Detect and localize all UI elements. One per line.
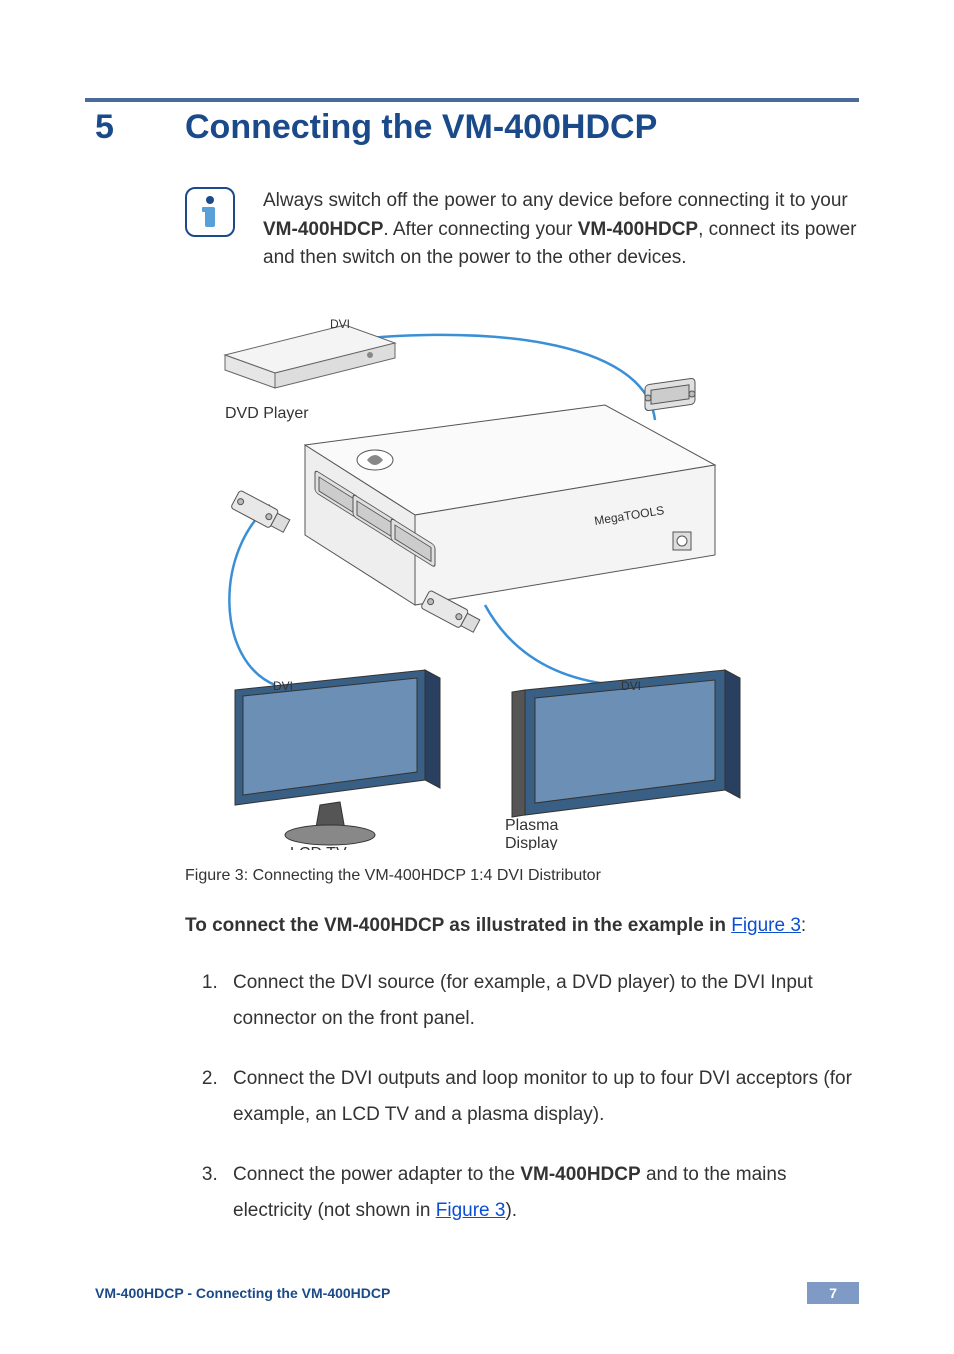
lcd-tv bbox=[235, 670, 440, 845]
step-1-text: Connect the DVI source (for example, a D… bbox=[233, 972, 813, 1029]
info-callout: Always switch off the power to any devic… bbox=[185, 187, 859, 273]
label-lcd-tv: LCD TV bbox=[290, 845, 347, 850]
figure-link-1[interactable]: Figure 3 bbox=[731, 915, 801, 936]
label-plasma-1: Plasma bbox=[505, 817, 558, 834]
connect-pre: To connect the VM-400HDCP as illustrated… bbox=[185, 915, 731, 936]
cable-out-to-lcd bbox=[229, 505, 275, 685]
label-plasma-2: Display bbox=[505, 835, 557, 850]
label-dvi-plasma: DVI bbox=[621, 679, 641, 693]
step-2: Connect the DVI outputs and loop monitor… bbox=[223, 1061, 859, 1133]
figure-link-2[interactable]: Figure 3 bbox=[436, 1200, 506, 1221]
connect-post: : bbox=[801, 915, 806, 936]
label-dvd-player: DVD Player bbox=[225, 405, 309, 422]
section-title: Connecting the VM-400HDCP bbox=[185, 108, 657, 147]
footer-left: VM-400HDCP - Connecting the VM-400HDCP bbox=[95, 1285, 390, 1301]
step-3-pre: Connect the power adapter to the bbox=[233, 1164, 520, 1185]
figure-caption: Figure 3: Connecting the VM-400HDCP 1:4 … bbox=[185, 867, 859, 885]
cable-out-to-plasma bbox=[485, 605, 615, 685]
page-number-badge: 7 bbox=[807, 1282, 859, 1304]
dvd-player bbox=[225, 325, 395, 388]
info-bold-2: VM-400HDCP bbox=[578, 219, 698, 240]
steps-list: Connect the DVI source (for example, a D… bbox=[223, 965, 859, 1230]
step-3-bold: VM-400HDCP bbox=[520, 1164, 640, 1185]
section-rule bbox=[85, 98, 859, 102]
connect-intro: To connect the VM-400HDCP as illustrated… bbox=[185, 915, 859, 937]
figure-svg: DVI DVD Player MegaTOOLS bbox=[185, 290, 745, 850]
dvi-plug-1 bbox=[231, 490, 292, 535]
info-text-pre: Always switch off the power to any devic… bbox=[263, 190, 848, 211]
page: 5 Connecting the VM-400HDCP Always switc… bbox=[0, 0, 954, 1354]
step-2-text: Connect the DVI outputs and loop monitor… bbox=[233, 1068, 852, 1125]
step-1: Connect the DVI source (for example, a D… bbox=[223, 965, 859, 1037]
info-text: Always switch off the power to any devic… bbox=[263, 187, 859, 273]
dvi-input bbox=[645, 377, 695, 410]
info-icon bbox=[185, 187, 235, 237]
step-3: Connect the power adapter to the VM-400H… bbox=[223, 1157, 859, 1229]
label-dvi-dvd: DVI bbox=[330, 317, 350, 331]
info-text-mid1: . After connecting your bbox=[383, 219, 577, 240]
info-bold-1: VM-400HDCP bbox=[263, 219, 383, 240]
section-number: 5 bbox=[95, 108, 185, 147]
footer: VM-400HDCP - Connecting the VM-400HDCP 7 bbox=[95, 1282, 859, 1304]
label-dvi-lcd: DVI bbox=[273, 679, 293, 693]
figure-wrap: DVI DVD Player MegaTOOLS bbox=[185, 285, 745, 855]
step-3-post: ). bbox=[505, 1200, 517, 1221]
heading-row: 5 Connecting the VM-400HDCP bbox=[95, 108, 859, 147]
